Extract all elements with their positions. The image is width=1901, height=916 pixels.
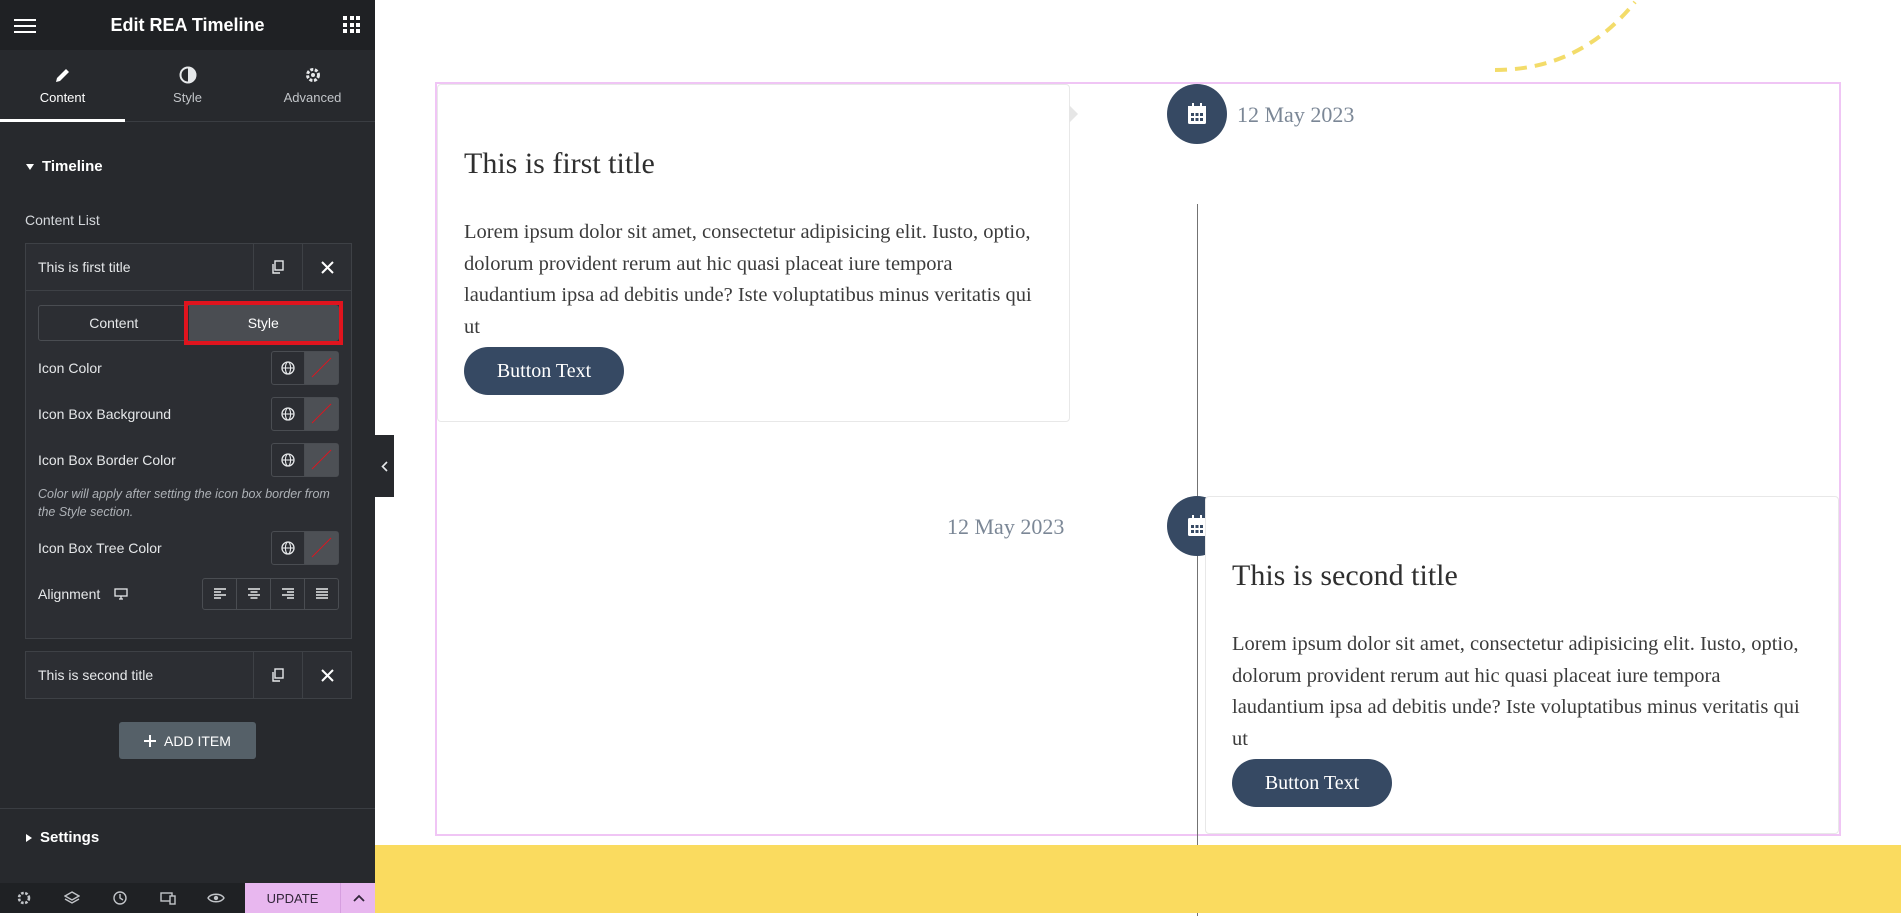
alignment-label-wrap: Alignment (38, 586, 202, 602)
icon-box-tree-label: Icon Box Tree Color (38, 540, 162, 556)
icon-box-border-row: Icon Box Border Color (26, 437, 351, 483)
calendar-icon (1188, 103, 1206, 124)
add-item-button[interactable]: ADD ITEM (119, 722, 256, 759)
section-timeline-title: Timeline (42, 158, 103, 175)
responsive-icon[interactable] (144, 890, 192, 906)
half-circle-icon (179, 66, 196, 84)
section-settings-toggle[interactable]: Settings (0, 829, 125, 846)
panel-footer: UPDATE (0, 883, 376, 913)
inner-tab-content[interactable]: Content (39, 306, 189, 340)
preview-eye-icon[interactable] (192, 892, 240, 904)
desktop-icon[interactable] (114, 588, 128, 600)
timeline-card-1: This is first title Lorem ipsum dolor si… (437, 84, 1070, 422)
update-button[interactable]: UPDATE (245, 883, 340, 913)
tab-content-label: Content (39, 90, 86, 105)
color-swatch[interactable] (304, 398, 338, 430)
repeater-item-title: This is first title (38, 259, 131, 275)
timeline-card-button[interactable]: Button Text (464, 347, 624, 395)
alignment-control (202, 578, 339, 610)
align-justify-icon[interactable] (304, 579, 338, 609)
align-right-icon[interactable] (270, 579, 304, 609)
inner-tab-style[interactable]: Style (183, 301, 343, 345)
content-list-label: Content List (25, 212, 100, 228)
globe-icon[interactable] (272, 398, 304, 430)
repeater-item-1-header[interactable]: This is first title (26, 244, 351, 291)
icon-color-label: Icon Color (38, 360, 102, 376)
tab-content[interactable]: Content (0, 50, 125, 122)
alignment-row: Alignment (26, 571, 351, 617)
timeline-marker-1 (1167, 84, 1227, 144)
remove-icon[interactable] (302, 652, 351, 698)
footer-color-band (375, 845, 1901, 913)
globe-icon[interactable] (272, 444, 304, 476)
timeline-card-title: This is second title (1232, 559, 1458, 592)
timeline-card-button[interactable]: Button Text (1232, 759, 1392, 807)
icon-color-row: Icon Color (26, 345, 351, 391)
globe-icon[interactable] (272, 532, 304, 564)
color-swatch[interactable] (304, 444, 338, 476)
chevron-left-icon (381, 460, 388, 472)
tab-style[interactable]: Style (125, 50, 250, 121)
timeline-date-2: 12 May 2023 (947, 514, 1065, 539)
globe-icon[interactable] (272, 352, 304, 384)
settings-divider (0, 808, 375, 809)
icon-box-border-control (271, 443, 339, 477)
panel-title: Edit REA Timeline (110, 14, 265, 35)
repeater-item-1: This is first title Content Style Icon C… (25, 243, 352, 639)
color-swatch[interactable] (304, 352, 338, 384)
tab-style-label: Style (173, 90, 202, 105)
add-item-label: ADD ITEM (164, 732, 231, 749)
color-swatch[interactable] (304, 532, 338, 564)
icon-box-border-label: Icon Box Border Color (38, 452, 176, 468)
duplicate-icon[interactable] (253, 244, 302, 290)
timeline-card-2: This is second title Lorem ipsum dolor s… (1205, 496, 1839, 834)
repeater-item-title: This is second title (38, 667, 154, 683)
plus-icon (144, 734, 157, 747)
card-pointer (1069, 105, 1078, 123)
history-icon[interactable] (96, 890, 144, 906)
timeline-widget[interactable]: This is first title Lorem ipsum dolor si… (435, 82, 1841, 916)
decorative-dashed-arc (1494, 0, 1637, 72)
repeater-item-2: This is second title (25, 651, 352, 699)
timeline-card-body: Lorem ipsum dolor sit amet, consectetur … (464, 221, 1032, 338)
section-settings-title: Settings (40, 829, 100, 846)
content-style-switch: Content Style (38, 301, 343, 345)
tab-advanced[interactable]: Advanced (250, 50, 375, 121)
pencil-icon (55, 69, 69, 82)
icon-box-bg-control (271, 397, 339, 431)
editor-sidebar: Edit REA Timeline Content Style Advanced (0, 0, 376, 913)
timeline-date-1: 12 May 2023 (1237, 102, 1355, 127)
collapse-panel-toggle[interactable] (375, 435, 394, 497)
timeline-card-body: Lorem ipsum dolor sit amet, consectetur … (1232, 633, 1800, 750)
timeline-tree-line (1197, 204, 1198, 916)
hamburger-menu-icon[interactable] (14, 15, 36, 35)
timeline-card-title: This is first title (464, 147, 655, 180)
repeater-item-2-header[interactable]: This is second title (26, 652, 351, 698)
preview-canvas: This is first title Lorem ipsum dolor si… (375, 0, 1901, 916)
icon-box-bg-row: Icon Box Background (26, 391, 351, 437)
widgets-grid-icon[interactable] (343, 16, 360, 33)
calendar-icon (1188, 515, 1206, 536)
sidebar-topbar: Edit REA Timeline (0, 0, 375, 50)
update-options-chevron-up-icon[interactable] (340, 883, 376, 913)
align-left-icon[interactable] (203, 579, 236, 609)
icon-color-control (271, 351, 339, 385)
caret-right-icon (26, 833, 32, 842)
gear-icon (305, 68, 320, 82)
icon-box-border-note: Color will apply after setting the icon … (38, 487, 330, 519)
settings-gear-icon[interactable] (0, 890, 48, 906)
align-center-icon[interactable] (236, 579, 270, 609)
caret-down-icon (26, 163, 34, 170)
icon-box-tree-row: Icon Box Tree Color (26, 525, 351, 571)
section-timeline-toggle[interactable]: Timeline (0, 158, 129, 175)
duplicate-icon[interactable] (253, 652, 302, 698)
tab-advanced-label: Advanced (283, 90, 342, 105)
panel-tabs: Content Style Advanced (0, 50, 375, 122)
alignment-label: Alignment (38, 586, 101, 602)
remove-icon[interactable] (302, 244, 351, 290)
layers-icon[interactable] (48, 890, 96, 906)
icon-box-tree-control (271, 531, 339, 565)
icon-box-bg-label: Icon Box Background (38, 406, 172, 422)
